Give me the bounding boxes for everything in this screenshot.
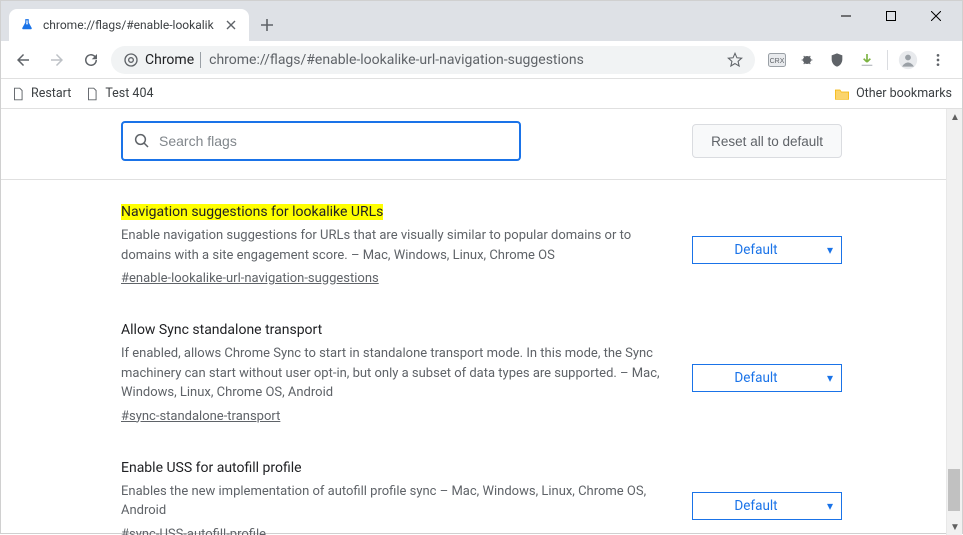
scroll-up-icon[interactable]: ▲ xyxy=(947,109,962,125)
flag-value: Default xyxy=(734,370,777,386)
flag-description: Enables the new implementation of autofi… xyxy=(121,482,660,521)
flag-description: Enable navigation suggestions for URLs t… xyxy=(121,226,660,265)
forward-button[interactable] xyxy=(43,46,71,74)
scroll-thumb[interactable] xyxy=(948,469,960,511)
bookmark-label: Restart xyxy=(31,86,71,101)
bookmark-test404[interactable]: Test 404 xyxy=(85,86,153,101)
flag-title: Allow Sync standalone transport xyxy=(121,322,660,338)
search-input[interactable] xyxy=(159,133,509,149)
search-flags-box[interactable] xyxy=(121,121,521,161)
bookmarks-bar: Restart Test 404 Other bookmarks xyxy=(1,79,962,109)
flag-title: Enable USS for autofill profile xyxy=(121,460,660,476)
address-bar[interactable]: Chrome chrome://flags/#enable-lookalike-… xyxy=(111,46,755,74)
page-content: Reset all to default Navigation suggesti… xyxy=(1,109,962,535)
chrome-icon xyxy=(123,52,139,68)
svg-text:CRX: CRX xyxy=(770,58,785,65)
toolbar: Chrome chrome://flags/#enable-lookalike-… xyxy=(1,41,962,79)
flag-anchor-link[interactable]: #sync-standalone-transport xyxy=(121,409,280,424)
flags-list: Navigation suggestions for lookalike URL… xyxy=(1,180,962,535)
bookmark-star-icon[interactable] xyxy=(727,52,743,68)
scroll-down-icon[interactable]: ▼ xyxy=(947,519,962,535)
omnibox-url: chrome://flags/#enable-lookalike-url-nav… xyxy=(209,52,719,68)
toolbar-separator xyxy=(887,50,888,70)
new-tab-button[interactable] xyxy=(253,11,281,39)
browser-tab[interactable]: chrome://flags/#enable-lookalik xyxy=(9,9,249,41)
bookmark-restart[interactable]: Restart xyxy=(11,86,71,101)
kebab-menu-icon[interactable] xyxy=(928,50,948,70)
extension-bug-icon[interactable] xyxy=(797,50,817,70)
maximize-button[interactable] xyxy=(868,1,913,31)
omnibox-chip: Chrome xyxy=(145,52,194,68)
extension-icons: CRX xyxy=(761,50,954,70)
flags-header: Reset all to default xyxy=(1,117,962,179)
omnibox-divider xyxy=(200,52,201,68)
tab-title: chrome://flags/#enable-lookalik xyxy=(43,18,215,32)
page-icon xyxy=(11,87,25,101)
flag-dropdown[interactable]: Default xyxy=(692,492,842,520)
extension-shield-icon[interactable] xyxy=(827,50,847,70)
flag-value: Default xyxy=(734,498,777,514)
page-icon xyxy=(85,87,99,101)
close-window-button[interactable] xyxy=(913,1,958,31)
flag-anchor-link[interactable]: #enable-lookalike-url-navigation-suggest… xyxy=(121,271,379,286)
reset-all-button[interactable]: Reset all to default xyxy=(692,124,842,158)
minimize-button[interactable] xyxy=(823,1,868,31)
other-bookmarks[interactable]: Other bookmarks xyxy=(834,86,952,101)
flag-row: Enable USS for autofill profile Enables … xyxy=(121,460,842,535)
bookmark-label: Test 404 xyxy=(105,86,153,101)
scrollbar[interactable]: ▲ ▼ xyxy=(946,109,962,535)
other-bookmarks-label: Other bookmarks xyxy=(856,86,952,101)
profile-avatar-icon[interactable] xyxy=(898,50,918,70)
window-controls xyxy=(823,1,958,31)
back-button[interactable] xyxy=(9,46,37,74)
flag-row: Allow Sync standalone transport If enabl… xyxy=(121,322,842,424)
reload-button[interactable] xyxy=(77,46,105,74)
flag-description: If enabled, allows Chrome Sync to start … xyxy=(121,344,660,403)
extension-crx-icon[interactable]: CRX xyxy=(767,50,787,70)
flask-icon xyxy=(19,17,35,33)
flag-value: Default xyxy=(734,242,777,258)
flag-title: Navigation suggestions for lookalike URL… xyxy=(121,204,660,220)
titlebar: chrome://flags/#enable-lookalik xyxy=(1,1,962,41)
flag-dropdown[interactable]: Default xyxy=(692,236,842,264)
flag-dropdown[interactable]: Default xyxy=(692,364,842,392)
search-icon xyxy=(133,132,151,150)
close-tab-icon[interactable] xyxy=(223,17,239,33)
folder-icon xyxy=(834,87,850,101)
flag-row: Navigation suggestions for lookalike URL… xyxy=(121,204,842,286)
extension-download-icon[interactable] xyxy=(857,50,877,70)
